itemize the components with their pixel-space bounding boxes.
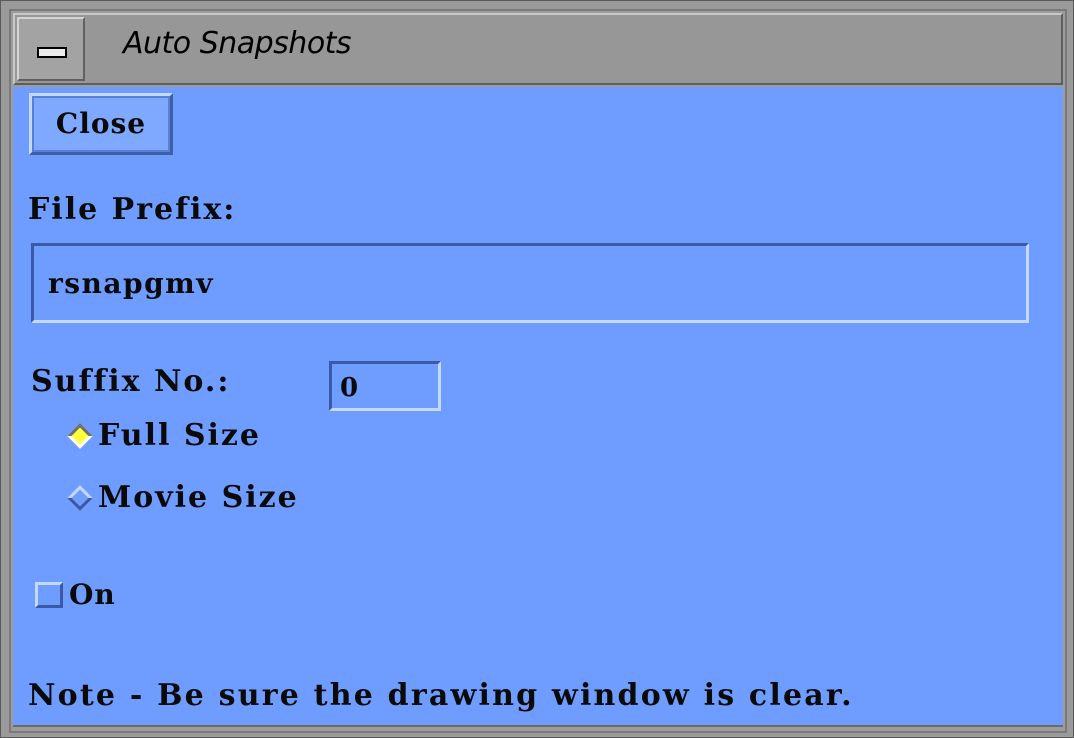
on-toggle[interactable]: On xyxy=(35,581,116,609)
note-text: Note - Be sure the drawing window is cle… xyxy=(28,678,854,713)
radio-movie-size[interactable]: Movie Size xyxy=(65,483,299,513)
bottom-divider xyxy=(13,725,1063,727)
auto-snapshots-window: Auto Snapshots Close File Prefix: Suffix… xyxy=(0,0,1074,738)
suffix-number-input[interactable] xyxy=(329,361,441,411)
close-button-label: Close xyxy=(55,107,147,140)
checkbox-icon[interactable] xyxy=(35,582,63,608)
window-title: Auto Snapshots xyxy=(123,26,352,61)
radio-full-size-label: Full Size xyxy=(98,418,262,453)
file-prefix-label: File Prefix: xyxy=(28,192,237,227)
radio-full-size[interactable]: Full Size xyxy=(65,421,261,451)
dialog-panel: Close File Prefix: Suffix No.: Full Size… xyxy=(13,87,1063,725)
radio-unselected-icon xyxy=(67,485,93,511)
window-menu-icon xyxy=(37,47,67,58)
radio-movie-size-label: Movie Size xyxy=(98,480,299,515)
radio-selected-icon xyxy=(67,423,93,449)
close-button[interactable]: Close xyxy=(29,93,173,155)
title-bar[interactable]: Auto Snapshots xyxy=(13,13,1063,85)
window-menu-button[interactable] xyxy=(17,17,85,81)
file-prefix-input[interactable] xyxy=(31,243,1029,323)
on-toggle-label: On xyxy=(69,578,116,611)
suffix-number-label: Suffix No.: xyxy=(31,364,231,399)
